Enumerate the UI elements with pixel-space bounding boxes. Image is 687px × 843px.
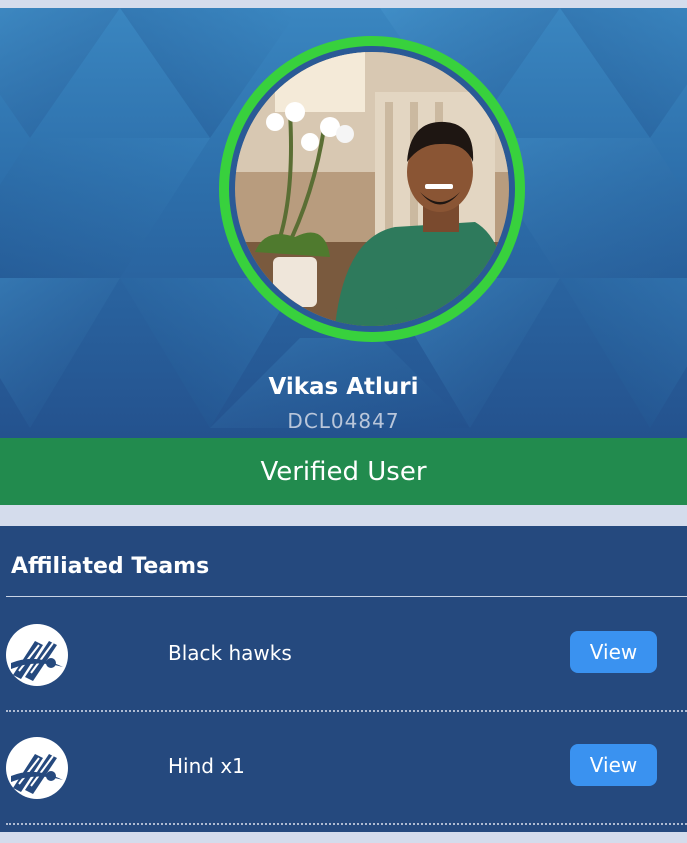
team-name: Hind x1	[168, 754, 245, 778]
affiliated-teams-section: Affiliated Teams Black hawks View Hind x…	[0, 526, 687, 832]
view-team-button[interactable]: View	[570, 631, 657, 673]
user-id: DCL04847	[287, 409, 400, 433]
section-title: Affiliated Teams	[11, 554, 210, 579]
avatar-ring	[219, 36, 525, 342]
divider	[6, 823, 687, 825]
verified-badge: Verified User	[0, 438, 687, 505]
verified-label: Verified User	[260, 456, 427, 487]
team-row: Black hawks View	[0, 599, 687, 712]
avatar[interactable]	[235, 52, 509, 326]
top-gap	[0, 0, 687, 8]
cricket-bat-logo-icon	[6, 737, 68, 799]
team-name: Black hawks	[168, 641, 292, 665]
user-photo	[235, 52, 509, 326]
cricket-bat-logo-icon	[6, 624, 68, 686]
user-name: Vikas Atluri	[268, 374, 419, 400]
view-team-button[interactable]: View	[570, 744, 657, 786]
profile-header: Vikas Atluri DCL04847	[0, 8, 687, 438]
team-row: Hind x1 View	[0, 712, 687, 825]
divider	[6, 596, 687, 597]
